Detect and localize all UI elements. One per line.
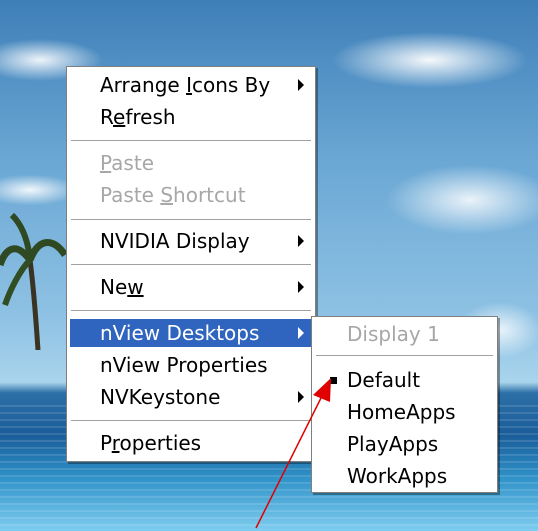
palm-tree-decoration (0, 212, 68, 350)
menu-separator (71, 310, 311, 312)
menu-item-label: NVKeystone (100, 385, 221, 409)
menu-item-arrange-icons-by[interactable]: Arrange Icons By (70, 71, 312, 99)
menu-item-nvkeystone[interactable]: NVKeystone (70, 383, 312, 411)
menu-separator (71, 264, 311, 266)
nview-desktops-submenu: Display 1 Default HomeApps PlayApps Work… (311, 316, 498, 493)
submenu-arrow-icon (298, 281, 304, 293)
menu-separator (71, 420, 311, 422)
menu-item-label: NVIDIA Display (100, 229, 250, 253)
submenu-arrow-icon (298, 391, 304, 403)
menu-item-properties[interactable]: Properties (70, 429, 312, 457)
menu-item-label: PlayApps (347, 432, 439, 456)
menu-item-label: New (100, 275, 144, 299)
menu-item-nvidia-display[interactable]: NVIDIA Display (70, 227, 312, 255)
menu-separator (71, 219, 311, 221)
submenu-arrow-icon (298, 79, 304, 91)
submenu-arrow-icon (298, 235, 304, 247)
menu-item-label: HomeApps (347, 400, 456, 424)
menu-item-new[interactable]: New (70, 273, 312, 301)
menu-item-label: Arrange Icons By (100, 73, 271, 97)
submenu-arrow-icon (298, 327, 304, 339)
menu-item-label: Display 1 (347, 322, 440, 346)
menu-item-label: WorkApps (347, 464, 448, 488)
menu-item-label: nView Properties (100, 353, 268, 377)
submenu-item-playapps[interactable]: PlayApps (315, 429, 494, 459)
menu-separator (71, 140, 311, 142)
submenu-item-default[interactable]: Default (315, 365, 494, 395)
menu-item-refresh[interactable]: Refresh (70, 103, 312, 131)
menu-separator (316, 355, 493, 357)
menu-item-nview-desktops[interactable]: nView Desktops (70, 319, 312, 347)
submenu-item-workapps[interactable]: WorkApps (315, 461, 494, 491)
menu-item-label: Paste (100, 151, 154, 175)
menu-item-paste-shortcut[interactable]: Paste Shortcut (70, 181, 312, 209)
menu-item-label: Refresh (100, 105, 176, 129)
submenu-item-display-1[interactable]: Display 1 (315, 319, 494, 349)
menu-item-label: Default (347, 368, 421, 392)
submenu-item-homeapps[interactable]: HomeApps (315, 397, 494, 427)
menu-item-nview-properties[interactable]: nView Properties (70, 351, 312, 379)
menu-item-paste[interactable]: Paste (70, 149, 312, 177)
menu-item-label: Paste Shortcut (100, 183, 246, 207)
selected-bullet-icon (330, 377, 337, 384)
desktop-context-menu: Arrange Icons By Refresh Paste Paste Sho… (66, 66, 316, 462)
menu-item-label: nView Desktops (100, 321, 260, 345)
menu-item-label: Properties (100, 431, 202, 455)
